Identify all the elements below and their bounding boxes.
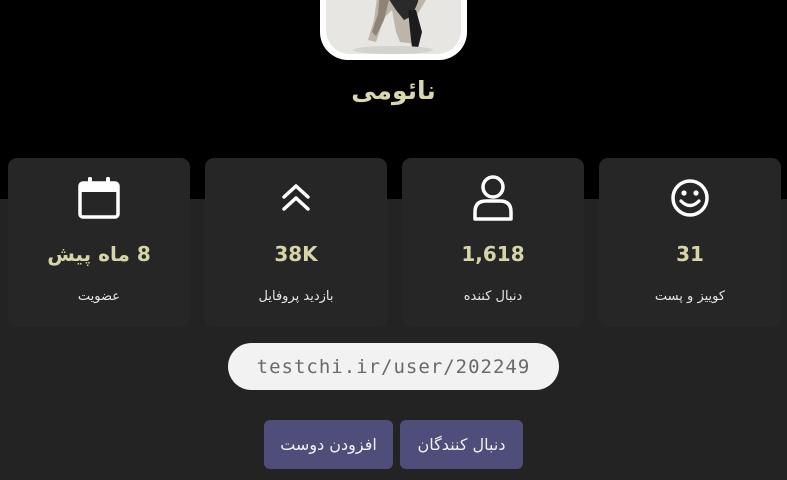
profile-link[interactable]: testchi.ir/user/202249 <box>228 343 559 390</box>
add-friend-button[interactable]: افزودن دوست <box>264 420 393 469</box>
smiley-icon <box>599 176 781 220</box>
avatar[interactable] <box>320 0 467 60</box>
calendar-icon <box>8 176 190 220</box>
stat-card-membership: 8 ماه پیش عضویت <box>8 158 190 327</box>
user-icon <box>402 175 584 221</box>
stat-card-followers: 1,618 دنبال کننده <box>402 158 584 327</box>
stat-label: بازدید پروفایل <box>258 289 334 304</box>
followers-button[interactable]: دنبال کنندگان <box>400 420 523 469</box>
stat-card-profile-views: 38K بازدید پروفایل <box>205 158 387 327</box>
profile-username: نائومی <box>351 76 436 105</box>
stat-value: 38K <box>274 242 318 266</box>
stat-label: دنبال کننده <box>463 289 523 304</box>
stat-value: 8 ماه پیش <box>47 242 151 266</box>
stat-value: 1,618 <box>461 242 525 266</box>
stat-value: 31 <box>676 242 704 266</box>
double-chevron-up-icon <box>205 176 387 220</box>
stat-label: عضویت <box>77 289 121 304</box>
stat-label: کوییز و پست <box>654 289 726 304</box>
avatar-image <box>326 0 461 54</box>
stat-card-quizzes-posts: 31 کوییز و پست <box>599 158 781 327</box>
